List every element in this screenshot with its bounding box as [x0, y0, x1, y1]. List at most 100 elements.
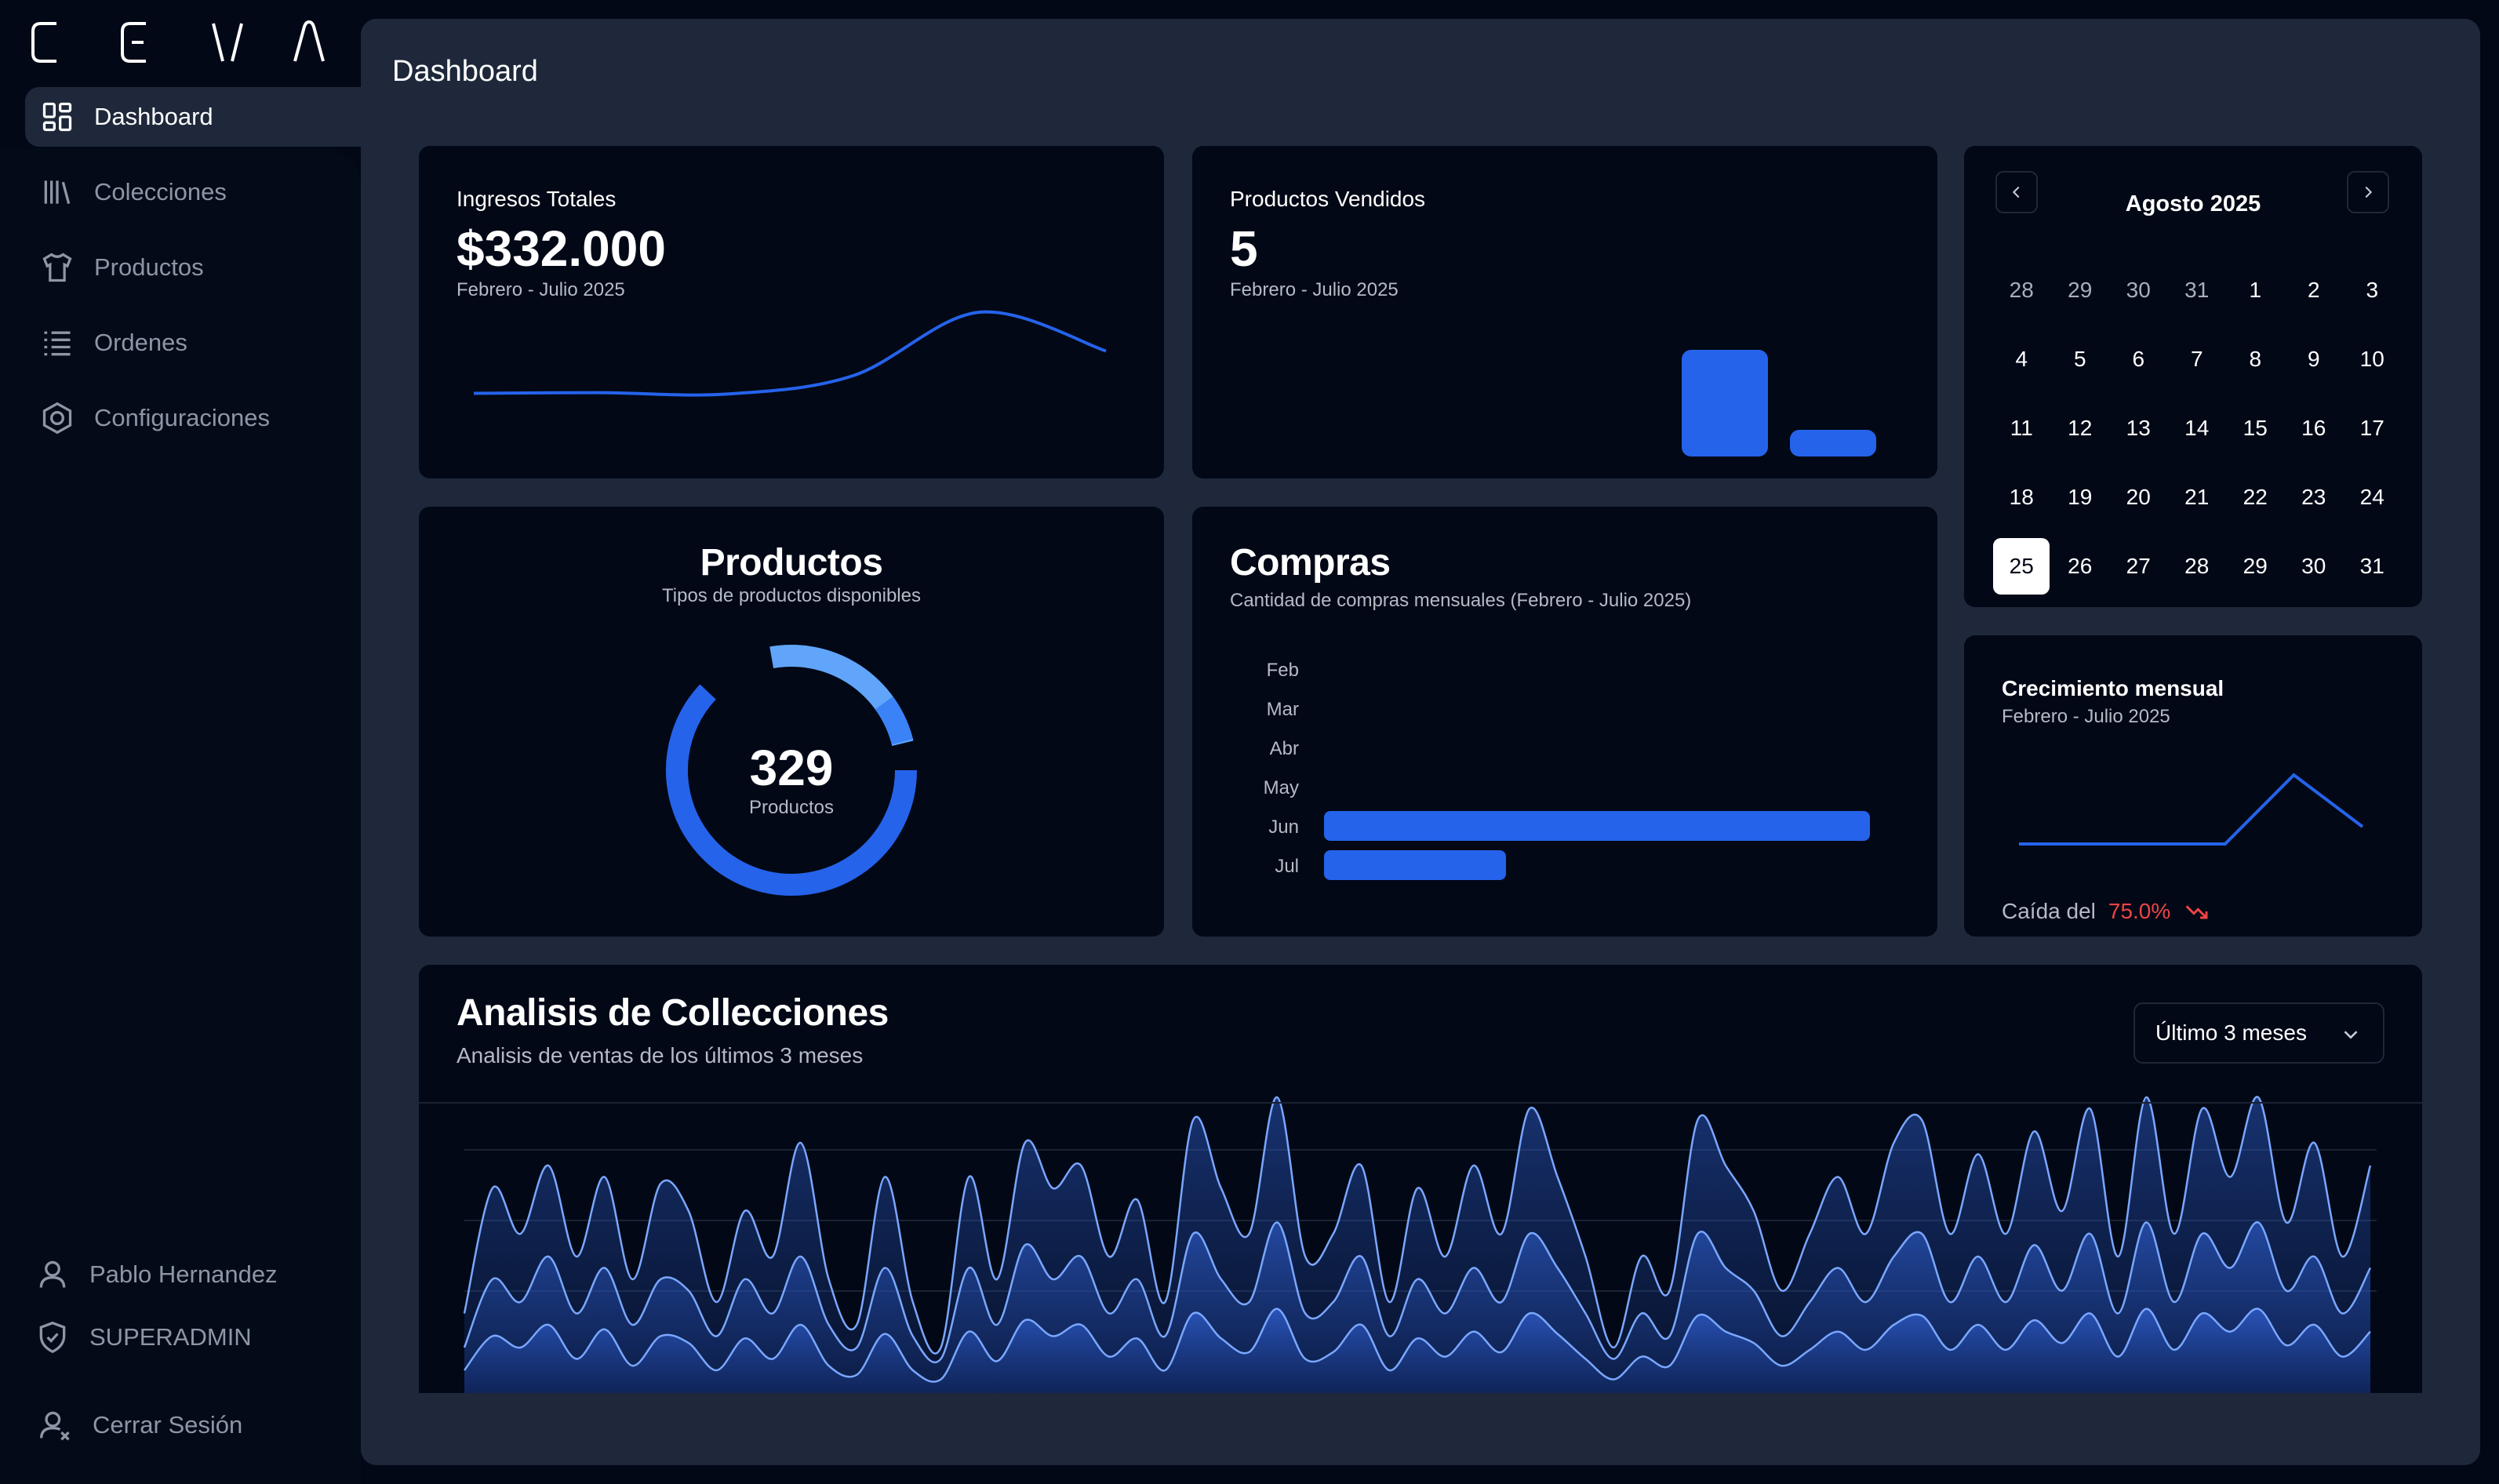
revenue-line-chart — [473, 310, 1107, 397]
calendar-day-number: 10 — [2359, 347, 2384, 371]
sold-bar — [1682, 350, 1768, 456]
settings-hexagon-icon — [39, 400, 75, 436]
calendar-day-number: 24 — [2359, 485, 2384, 509]
page-title: Dashboard — [392, 55, 538, 88]
sidebar-item-dashboard[interactable]: Dashboard — [25, 87, 361, 147]
calendar-day[interactable]: 11 — [1992, 394, 2051, 463]
calendar-day-number: 23 — [2301, 485, 2326, 509]
calendar-card: Agosto 2025 28 29 30 31 1 2 3 4 5 6 7 8 9 10 11 12 13 14 1… — [1964, 146, 2422, 607]
purchases-bar — [1324, 850, 1506, 880]
calendar-day[interactable]: 24 — [2343, 463, 2402, 532]
calendar-day[interactable]: 15 — [2226, 394, 2285, 463]
products-total-label: Productos — [748, 797, 835, 818]
user-name: Pablo Hernandez — [89, 1260, 278, 1288]
calendar-day-number: 7 — [2190, 347, 2203, 371]
shield-check-icon — [35, 1319, 71, 1355]
calendar-day[interactable]: 30 — [2285, 532, 2344, 601]
calendar-day-number: 4 — [2015, 347, 2028, 371]
calendar-day[interactable]: 1 — [2226, 256, 2285, 325]
calendar-next-button[interactable] — [2347, 171, 2389, 213]
sold-bar-chart — [1682, 350, 1876, 456]
calendar-day[interactable]: 3 — [2343, 256, 2402, 325]
calendar-day-number: 31 — [2359, 554, 2384, 578]
dashboard-grid-icon — [39, 99, 75, 135]
calendar-day[interactable]: 17 — [2343, 394, 2402, 463]
calendar-day[interactable]: 20 — [2109, 463, 2168, 532]
calendar-day-number: 27 — [2126, 554, 2151, 578]
analysis-area-chart — [463, 1096, 2377, 1393]
calendar-day-number: 28 — [2184, 554, 2210, 578]
user-x-icon — [38, 1407, 74, 1443]
calendar-day-number: 21 — [2184, 485, 2210, 509]
purchases-axis-label: Feb — [1267, 660, 1299, 681]
products-total: 329 — [749, 740, 834, 796]
calendar-day[interactable]: 7 — [2168, 325, 2227, 394]
calendar-day-number: 22 — [2243, 485, 2268, 509]
calendar-day[interactable]: 29 — [2051, 256, 2110, 325]
calendar-day-number: 1 — [2249, 278, 2262, 302]
calendar-day[interactable]: 19 — [2051, 463, 2110, 532]
user-role-row: SUPERADMIN — [35, 1319, 252, 1355]
calendar-day[interactable]: 30 — [2109, 256, 2168, 325]
logout-label: Cerrar Sesión — [93, 1411, 243, 1439]
calendar-day-number: 29 — [2243, 554, 2268, 578]
calendar-day-number: 13 — [2126, 416, 2151, 440]
calendar-day[interactable]: 26 — [2051, 532, 2110, 601]
growth-drop-value: 75.0% — [2108, 899, 2171, 923]
calendar-day-selected[interactable]: 25 — [1992, 532, 2051, 601]
sidebar-item-ordenes[interactable]: Ordenes — [25, 313, 356, 373]
range-select-value: Último 3 meses — [2155, 1020, 2307, 1045]
calendar-day[interactable]: 5 — [2051, 325, 2110, 394]
calendar-day-number: 30 — [2126, 278, 2151, 302]
chevron-down-icon — [2344, 1031, 2358, 1039]
purchases-axis-label: May — [1264, 777, 1299, 798]
analysis-divider — [419, 1102, 2422, 1104]
calendar-day[interactable]: 12 — [2051, 394, 2110, 463]
sidebar-item-colecciones[interactable]: Colecciones — [25, 162, 356, 222]
calendar-day[interactable]: 21 — [2168, 463, 2227, 532]
sidebar-item-configuraciones[interactable]: Configuraciones — [25, 388, 356, 448]
range-select[interactable]: Último 3 meses — [2133, 1002, 2384, 1064]
calendar-day[interactable]: 31 — [2343, 532, 2402, 601]
calendar-day[interactable]: 27 — [2109, 532, 2168, 601]
calendar-day-number: 2 — [2307, 278, 2320, 302]
sidebar-item-label: Productos — [94, 253, 204, 281]
growth-card: Crecimiento mensual Febrero - Julio 2025… — [1964, 635, 2422, 937]
calendar-day[interactable]: 18 — [1992, 463, 2051, 532]
logout-button[interactable]: Cerrar Sesión — [38, 1407, 242, 1443]
calendar-day[interactable]: 28 — [1992, 256, 2051, 325]
growth-drop-label: Caída del — [2002, 899, 2096, 923]
calendar-day[interactable]: 14 — [2168, 394, 2227, 463]
calendar-day[interactable]: 10 — [2343, 325, 2402, 394]
calendar-day-number: 15 — [2243, 416, 2268, 440]
calendar-grid: 28 29 30 31 1 2 3 4 5 6 7 8 9 10 11 12 13 14 15 16 17 18 19 20 2… — [1992, 256, 2402, 601]
growth-footer: Caída del 75.0% — [2002, 899, 2210, 924]
calendar-day[interactable]: 23 — [2285, 463, 2344, 532]
sidebar-item-productos[interactable]: Productos — [25, 238, 356, 297]
calendar-day-number: 3 — [2366, 278, 2379, 302]
shirt-icon — [39, 249, 75, 286]
calendar-day[interactable]: 16 — [2285, 394, 2344, 463]
trending-down-icon — [2185, 905, 2208, 919]
calendar-day[interactable]: 28 — [2168, 532, 2227, 601]
calendar-day[interactable]: 9 — [2285, 325, 2344, 394]
calendar-day[interactable]: 4 — [1992, 325, 2051, 394]
calendar-day-number: 12 — [2068, 416, 2093, 440]
calendar-day[interactable]: 29 — [2226, 532, 2285, 601]
calendar-day[interactable]: 8 — [2226, 325, 2285, 394]
purchases-bar-chart: Feb Mar Abr May Jun Jul — [1264, 660, 1870, 880]
calendar-day[interactable]: 6 — [2109, 325, 2168, 394]
calendar-day-number: 18 — [2009, 485, 2034, 509]
sidebar-item-label: Dashboard — [94, 103, 213, 130]
revenue-line — [473, 310, 1107, 397]
calendar-day[interactable]: 2 — [2285, 256, 2344, 325]
products-donut-chart — [666, 645, 917, 896]
sold-products-card: Productos Vendidos 5 Febrero - Julio 202… — [1192, 146, 1937, 478]
calendar-day-number: 6 — [2132, 347, 2145, 371]
calendar-day[interactable]: 31 — [2168, 256, 2227, 325]
calendar-day[interactable]: 22 — [2226, 463, 2285, 532]
calendar-day[interactable]: 13 — [2109, 394, 2168, 463]
sidebar-item-label: Ordenes — [94, 329, 187, 356]
calendar-day-number: 28 — [2009, 278, 2034, 302]
calendar-day-number: 29 — [2068, 278, 2093, 302]
